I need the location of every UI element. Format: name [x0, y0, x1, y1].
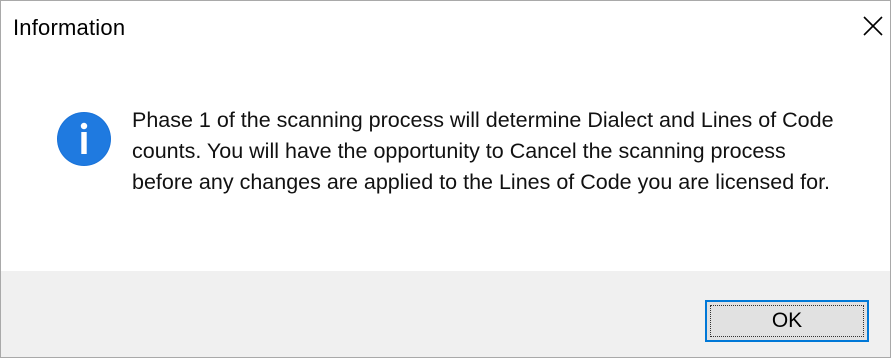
- dialog-message: Phase 1 of the scanning process will det…: [132, 108, 834, 194]
- close-icon[interactable]: [858, 11, 888, 41]
- information-dialog: Information Phase 1 of the scanning proc…: [0, 0, 891, 358]
- info-icon: [56, 111, 112, 167]
- button-bar: OK: [1, 271, 890, 357]
- dialog-title: Information: [13, 15, 126, 40]
- dialog-content: Phase 1 of the scanning process will det…: [1, 53, 890, 271]
- ok-button-label: OK: [771, 309, 803, 332]
- title-bar: Information: [1, 1, 890, 53]
- ok-button[interactable]: OK: [705, 300, 869, 342]
